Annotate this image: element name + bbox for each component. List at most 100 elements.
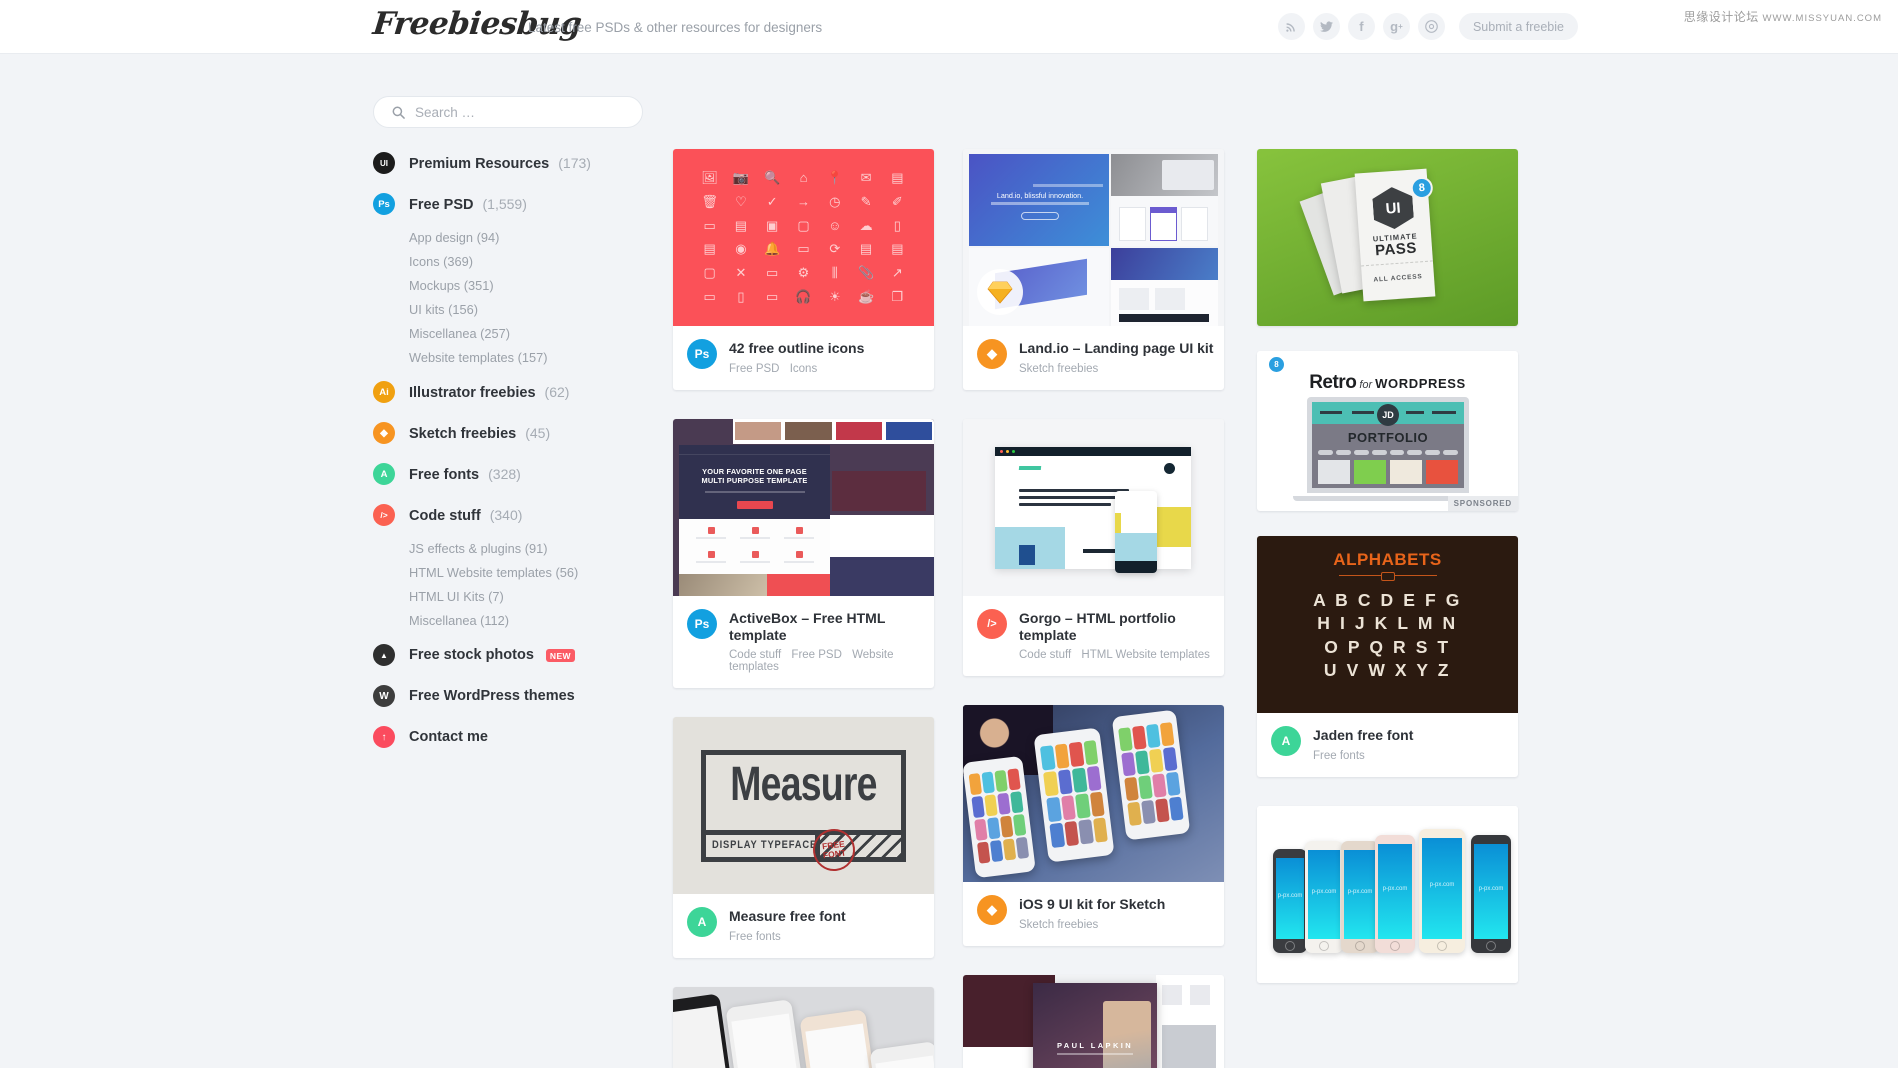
card-measure-free-font[interactable]: Measure DISPLAY TYPEFACE FREE FONT A Meas… [673,717,934,959]
sketch-diamond-icon: ◆ [977,895,1007,926]
mobile-icon: ▯ [737,289,745,305]
sidebar-subitem-icons[interactable]: Icons (369) [409,254,643,269]
card-landio[interactable]: Land.io, blissful innovation. ◆ Land.io … [963,149,1224,390]
card-category[interactable]: Code stuff [729,649,781,661]
card-categories: Code stuff Free PSD Website templates [729,649,934,673]
card-category[interactable]: Sketch freebies [1019,919,1098,931]
card-categories: Free fonts [729,931,846,943]
card-paul-lapkin[interactable]: PAUL LAPKIN [963,975,1224,1068]
rss-icon[interactable] [1277,13,1305,40]
ios9-art [963,705,1224,883]
site-tagline: Latest free PSDs & other resources for d… [528,20,823,35]
card-category[interactable]: Free PSD [729,363,780,375]
desktop-icon: ▭ [703,289,716,305]
sidebar-count: (173) [558,154,591,171]
mock-navbar: JD [1312,402,1464,426]
card-category[interactable]: HTML Website templates [1081,649,1209,661]
gear-icon: ⚙ [797,265,810,281]
card-title[interactable]: ActiveBox – Free HTML template [729,610,934,644]
twitter-icon[interactable] [1312,13,1340,40]
ad-retro-wordpress[interactable]: 8 Retro for WORDPRESS JD PORTFOLIO SPONS… [1257,351,1518,511]
card-42-free-outline-icons[interactable]: 🖼 📷 🔍 ⌂ 📍 ✉ ▤ 🗑 ♡ ✓ → ◷ ✎ ✐ ▭ ▤ ▣ ▢ ☺ ☁ ▯ ▤ ◉ 🔔 ▭ ⟳ ▤ ▤ ▢ ✕ ▭ … [673,149,934,390]
sidebar-subitem-js-effects[interactable]: JS effects & plugins (91) [409,541,643,556]
comment-icon: ▤ [734,217,748,233]
card-category[interactable]: Sketch freebies [1019,363,1098,375]
card-meta: /> Gorgo – HTML portfolio template Code … [963,596,1224,677]
search-box[interactable] [373,96,643,128]
card-meta: ◆ Land.io – Landing page UI kit Sketch f… [963,326,1224,390]
facebook-icon[interactable]: f [1347,13,1375,40]
sidebar-sublist-code-stuff: JS effects & plugins (91) HTML Website t… [373,541,643,628]
chat-dots-icon: ▣ [766,217,779,233]
alphabet-row: A B C D E F G [1313,590,1462,610]
sidebar-subitem-website-templates[interactable]: Website templates (157) [409,350,643,365]
sidebar-count: (340) [489,506,523,523]
card-thumbnail: PAUL LAPKIN [963,975,1224,1068]
card-category[interactable]: Free PSD [791,649,842,661]
card-title[interactable]: Measure free font [729,908,846,925]
sidebar-sublist-free-psd: App design (94) Icons (369) Mockups (351… [373,230,643,365]
sidebar-subitem-code-miscellanea[interactable]: Miscellanea (112) [409,613,643,628]
card-category[interactable]: Free fonts [729,931,781,943]
card-category[interactable]: Code stuff [1019,649,1071,661]
sidebar-item-contact-me[interactable]: ↑ Contact me [373,726,643,748]
card-title[interactable]: Jaden free font [1313,727,1413,744]
sidebar-subitem-mockups[interactable]: Mockups (351) [409,278,643,293]
sidebar-subitem-html-ui-kits[interactable]: HTML UI Kits (7) [409,589,643,604]
social-links: f g + Submit a freebie [1277,13,1578,40]
card-gorgo[interactable]: /> Gorgo – HTML portfolio template Code … [963,418,1224,677]
ad-title-for: for [1359,379,1373,391]
bag-icon: ▯ [893,217,901,233]
card-title[interactable]: Gorgo – HTML portfolio template [1019,610,1224,644]
card-iphone-ppx[interactable] [1257,805,1518,983]
alphabets-art: ALPHABETS A B C D E F G H I J K L M N O … [1257,536,1518,713]
card-title[interactable]: iOS 9 UI kit for Sketch [1019,896,1165,913]
image-icon: 🖼 [701,169,718,185]
card-jaden-free-font[interactable]: ALPHABETS A B C D E F G H I J K L M N O … [1257,536,1518,777]
wordpress-icon: W [373,685,395,707]
user-icon: ☺ [828,218,842,234]
ad-badge: 8 [1269,357,1284,372]
content-column-right: UI 8 ULTIMATE PASS ALL ACCESS 8 Retro for… [1257,149,1518,983]
status-badge-new: NEW [545,649,575,662]
card-title[interactable]: Land.io – Landing page UI kit [1019,340,1213,357]
sidebar-item-code-stuff[interactable]: /> Code stuff (340) [373,504,643,526]
ad-title-retro: Retro [1309,372,1357,393]
sidebar-item-premium-resources[interactable]: UI Premium Resources (173) [373,152,643,174]
sidebar-subitem-html-website-templates[interactable]: HTML Website templates (56) [409,565,643,580]
card-category[interactable]: Icons [790,363,818,375]
card-categories: Free fonts [1313,750,1413,762]
pinterest-icon[interactable] [1417,13,1445,40]
alphabet-row: H I J K L M N [1317,613,1458,634]
ad-badge: 8 [1410,176,1434,200]
google-plus-icon[interactable]: g + [1382,13,1410,40]
sidebar-item-free-wordpress-themes[interactable]: W Free WordPress themes [373,685,643,707]
sidebar-subitem-miscellanea[interactable]: Miscellanea (257) [409,326,643,341]
sidebar-item-free-fonts[interactable]: A Free fonts (328) [373,463,643,485]
sidebar-subitem-app-design[interactable]: App design (94) [409,230,643,245]
sidebar-item-free-psd[interactable]: Ps Free PSD (1,559) [373,193,643,215]
sidebar-subitem-ui-kits[interactable]: UI kits (156) [409,302,643,317]
watermark-main: 思缘设计论坛 [1683,10,1759,24]
card-category[interactable]: Free fonts [1313,750,1365,762]
search-input[interactable] [415,104,615,120]
card-thumbnail: 🖼 📷 🔍 ⌂ 📍 ✉ ▤ 🗑 ♡ ✓ → ◷ ✎ ✐ ▭ ▤ ▣ ▢ ☺ ☁ ▯ ▤ ◉ 🔔 ▭ ⟳ ▤ ▤ ▢ ✕ ▭ … [673,149,934,326]
ad-ultimate-pass[interactable]: UI 8 ULTIMATE PASS ALL ACCESS [1257,149,1518,326]
sidebar-item-free-stock-photos[interactable]: ▲ Free stock photos NEW [373,644,643,666]
card-title[interactable]: 42 free outline icons [729,340,864,357]
sidebar: UI Premium Resources (173) Ps Free PSD (… [373,96,643,767]
sponsored-label: SPONSORED [1447,496,1518,511]
sidebar-item-sketch-freebies[interactable]: ◆ Sketch freebies (45) [373,422,643,444]
outline-icons-art: 🖼 📷 🔍 ⌂ 📍 ✉ ▤ 🗑 ♡ ✓ → ◷ ✎ ✐ ▭ ▤ ▣ ▢ ☺ ☁ ▯ ▤ ◉ 🔔 ▭ ⟳ ▤ ▤ ▢ ✕ ▭ … [673,149,934,326]
sidebar-label: Contact me [409,729,488,745]
paul-lapkin-art: PAUL LAPKIN [963,975,1224,1068]
iphone-mockup-art: iPhone6⒮ iPhone6⒮ iPhone6⒮ [673,987,934,1068]
submit-freebie-button[interactable]: Submit a freebie [1458,13,1578,40]
mock-heading: PORTFOLIO [1347,430,1429,445]
sidebar-item-illustrator-freebies[interactable]: Ai Illustrator freebies (62) [373,381,643,403]
card-activebox[interactable]: YOUR FAVORITE ONE PAGE MULTI PURPOSE TEMP… [673,418,934,689]
card-iphone-mockup[interactable]: iPhone6⒮ iPhone6⒮ iPhone6⒮ [673,987,934,1068]
card-ios9-ui-kit[interactable]: ◆ iOS 9 UI kit for Sketch Sketch freebie… [963,705,1224,947]
card-text: Measure free font Free fonts [729,907,846,943]
free-fonts-icon: A [373,463,395,485]
